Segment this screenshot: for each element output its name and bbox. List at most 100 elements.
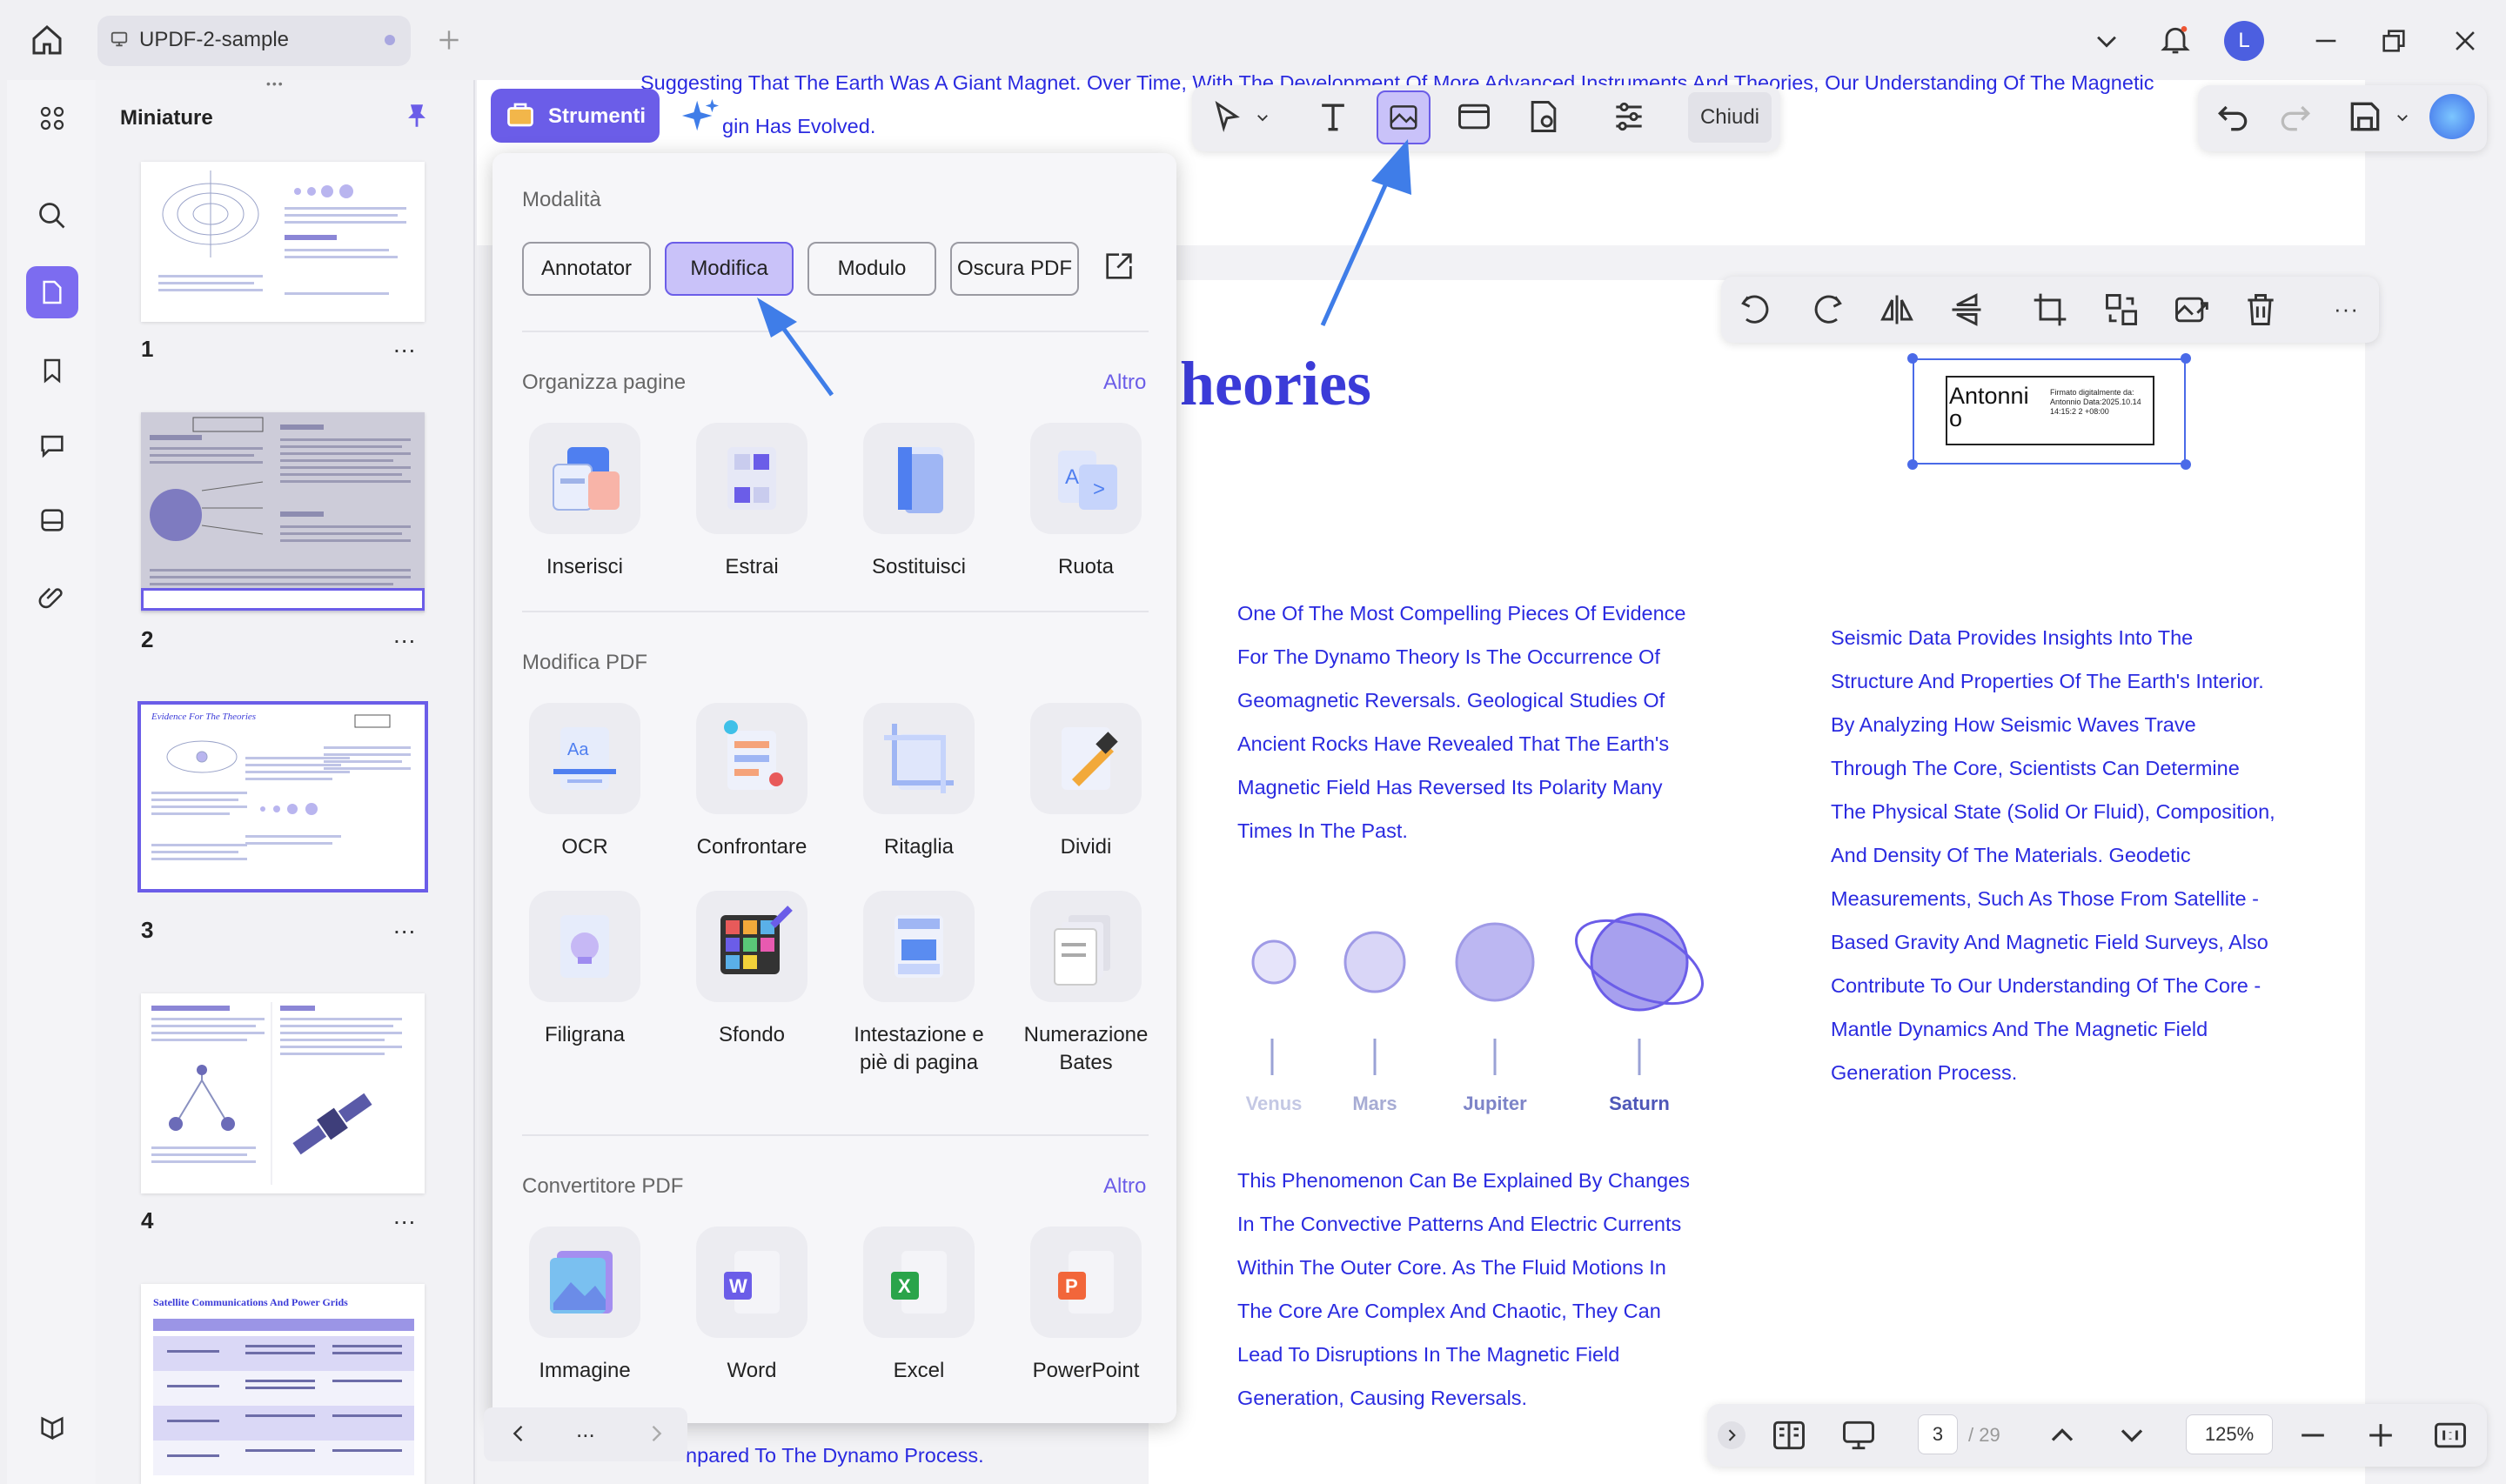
- link-tool-icon[interactable]: [1455, 97, 1493, 136]
- tool-intestazione[interactable]: Intestazione e piè di pagina: [841, 891, 997, 1077]
- tool-sostituisci[interactable]: Sostituisci: [841, 423, 997, 581]
- zoom-in-icon[interactable]: [2362, 1416, 2400, 1454]
- rail-search-button[interactable]: [26, 190, 78, 242]
- save-dropdown-chevron[interactable]: [2395, 110, 2410, 125]
- page-number-input[interactable]: 3: [1918, 1414, 1958, 1454]
- doc-text-line: Structure And Properties Of The Earth's …: [1831, 670, 2264, 692]
- ai-sparkle-icon[interactable]: [680, 96, 720, 136]
- page-down-icon[interactable]: [2113, 1416, 2151, 1454]
- rotate-right-icon[interactable]: [1808, 291, 1846, 329]
- popup-prev-icon[interactable]: [506, 1421, 531, 1446]
- panel-resize-handle[interactable]: •••: [266, 77, 298, 90]
- tool-label: Word: [727, 1359, 777, 1382]
- svg-text:Aa: Aa: [567, 740, 589, 759]
- delete-icon[interactable]: [2241, 291, 2280, 329]
- tool-ocr[interactable]: Aa OCR: [506, 703, 663, 861]
- rail-attachment-button[interactable]: [26, 572, 78, 625]
- thumbnail-page-4[interactable]: [141, 993, 425, 1193]
- thumbnail-page-3[interactable]: Evidence For The Theories: [137, 701, 428, 892]
- tool-sfondo[interactable]: Sfondo: [673, 891, 830, 1049]
- settings-sliders-icon[interactable]: [1610, 97, 1648, 136]
- rail-thumbnails-button[interactable]: [26, 266, 78, 318]
- popup-more-icon[interactable]: ...: [576, 1416, 595, 1443]
- thumbnail-more-button[interactable]: ...: [393, 912, 416, 939]
- rail-layers-button[interactable]: [26, 1402, 78, 1454]
- thumbnail-more-button[interactable]: ...: [393, 1202, 416, 1230]
- tool-ruota[interactable]: A > Ruota: [1008, 423, 1164, 581]
- open-external-icon[interactable]: [1102, 249, 1136, 284]
- selection-handle[interactable]: [1907, 459, 1918, 470]
- toolbar-close-button[interactable]: Chiudi: [1688, 92, 1772, 143]
- selection-handle[interactable]: [1907, 353, 1918, 364]
- tool-label: Filigrana: [544, 1023, 626, 1046]
- rail-comments-button[interactable]: [26, 419, 78, 471]
- redo-icon[interactable]: [2276, 97, 2315, 136]
- thumbnail-page-5[interactable]: Satellite Communications And Power Grids: [141, 1284, 425, 1484]
- doc-text-line: And Density Of The Materials. Geodetic: [1831, 844, 2191, 866]
- actual-size-icon[interactable]: [2431, 1416, 2469, 1454]
- minimize-icon[interactable]: [2311, 26, 2341, 56]
- tool-word[interactable]: W Word: [673, 1227, 830, 1385]
- tool-excel[interactable]: X Excel: [841, 1227, 997, 1385]
- thumbnail-more-button[interactable]: ...: [393, 621, 416, 649]
- bell-icon[interactable]: [2158, 21, 2193, 57]
- doc-text-line: npared To The Dynamo Process.: [686, 1444, 984, 1467]
- pin-icon[interactable]: [402, 99, 432, 132]
- doc-text-line: One Of The Most Compelling Pieces Of Evi…: [1237, 602, 1686, 625]
- reading-mode-icon[interactable]: [1770, 1416, 1808, 1454]
- zoom-out-icon[interactable]: [2294, 1416, 2332, 1454]
- rail-grid-button[interactable]: [26, 92, 78, 144]
- tool-ritaglia[interactable]: Ritaglia: [841, 703, 997, 861]
- rotate-left-icon[interactable]: [1737, 291, 1775, 329]
- tool-filigrana[interactable]: Filigrana: [506, 891, 663, 1049]
- expand-icon[interactable]: [1718, 1421, 1745, 1449]
- convert-word-icon: W: [696, 1227, 807, 1338]
- chevron-down-icon[interactable]: [2092, 26, 2121, 56]
- ai-assistant-icon[interactable]: [2429, 94, 2475, 139]
- thumbnail-page-1[interactable]: [141, 162, 425, 322]
- rail-bookmark-button[interactable]: [26, 344, 78, 397]
- flip-horizontal-icon[interactable]: [1878, 291, 1916, 329]
- presentation-icon[interactable]: [1839, 1416, 1878, 1454]
- page-up-icon[interactable]: [2043, 1416, 2081, 1454]
- convert-more-link[interactable]: Altro: [1103, 1174, 1146, 1199]
- tool-dividi[interactable]: Dividi: [1008, 703, 1164, 861]
- crop-pages-icon: [863, 703, 975, 814]
- home-icon[interactable]: [30, 23, 64, 57]
- rail-stamp-button[interactable]: [26, 494, 78, 546]
- restore-icon[interactable]: [2379, 26, 2409, 56]
- ocr-icon: Aa: [529, 703, 640, 814]
- thumbnail-page-2[interactable]: [141, 412, 425, 612]
- flip-vertical-icon[interactable]: [1947, 291, 1986, 329]
- close-window-icon[interactable]: [2450, 26, 2480, 56]
- mode-annotator-button[interactable]: Annotator: [522, 242, 651, 296]
- crop-icon[interactable]: [2031, 291, 2069, 329]
- zoom-level[interactable]: 125%: [2186, 1414, 2273, 1454]
- tool-confrontare[interactable]: Confrontare: [673, 703, 830, 861]
- left-rail: [7, 80, 96, 1484]
- select-tool-icon[interactable]: [1208, 97, 1246, 136]
- popup-next-icon[interactable]: [644, 1421, 668, 1446]
- more-options-icon[interactable]: ···: [2334, 296, 2360, 322]
- new-tab-icon[interactable]: [435, 26, 463, 54]
- location-tool-icon[interactable]: [1524, 97, 1563, 136]
- select-dropdown-chevron[interactable]: [1255, 110, 1270, 125]
- thumbnail-number: 4: [141, 1207, 154, 1233]
- replace-image-icon[interactable]: [2102, 291, 2141, 329]
- organize-more-link[interactable]: Altro: [1103, 371, 1146, 395]
- selection-handle[interactable]: [2181, 459, 2191, 470]
- tool-powerpoint[interactable]: P PowerPoint: [1008, 1227, 1164, 1385]
- selection-handle[interactable]: [2181, 353, 2191, 364]
- tool-estrai[interactable]: Estrai: [673, 423, 830, 581]
- avatar[interactable]: L: [2224, 21, 2264, 61]
- doc-text-line: In The Convective Patterns And Electric …: [1237, 1213, 1682, 1235]
- undo-icon[interactable]: [2214, 97, 2252, 136]
- mode-oscura-pdf-button[interactable]: Oscura PDF: [950, 242, 1079, 296]
- save-icon[interactable]: [2346, 97, 2384, 136]
- tool-numerazione-bates[interactable]: Numerazione Bates: [1008, 891, 1164, 1077]
- tool-immagine[interactable]: Immagine: [506, 1227, 663, 1385]
- extract-image-icon[interactable]: [2172, 291, 2210, 329]
- thumbnail-more-button[interactable]: ...: [393, 331, 416, 358]
- convert-excel-icon: X: [863, 1227, 975, 1338]
- tool-inserisci[interactable]: Inserisci: [506, 423, 663, 581]
